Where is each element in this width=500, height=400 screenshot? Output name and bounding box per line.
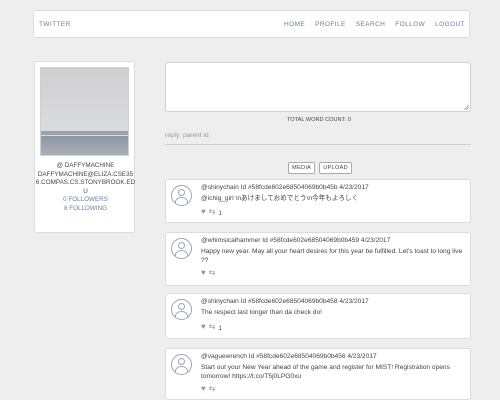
tweet-header: @shinychain Id #58fcde602e68504069b0b45b… bbox=[201, 184, 369, 191]
profile-handle: @ DAFFYMACHINE bbox=[56, 162, 115, 169]
tweet-card: @whimsicalhammer Id #58fcde602e68504069b… bbox=[165, 232, 471, 286]
tweet-textarea[interactable] bbox=[165, 62, 471, 112]
word-count: TOTAL WORD COUNT: 0 bbox=[165, 117, 471, 123]
avatar-icon bbox=[171, 185, 192, 206]
tweet-card: @shinychain Id #58fcde602e68504069b0b45b… bbox=[165, 179, 471, 223]
avatar-icon bbox=[171, 238, 192, 259]
tweet-card: @vaguewrench Id #58fcde602e68504069b0b45… bbox=[165, 348, 471, 400]
tweet-actions: ♥ ⇆ bbox=[201, 268, 218, 277]
profile-email-line-1: DAFFYMACHINE@ELIZA.CSE35 bbox=[37, 170, 134, 178]
followers-label: FOLLOWERS bbox=[68, 196, 108, 204]
following-link[interactable]: 8 FOLLOWING bbox=[35, 205, 136, 214]
retweet-count: 1 bbox=[218, 325, 222, 332]
tweet-header: @vaguewrench Id #58fcde602e68504069b0b45… bbox=[201, 353, 377, 360]
tweet-card: @shinychain Id #58fcde602e68504069b0b458… bbox=[165, 293, 471, 339]
media-button[interactable]: MEDIA bbox=[288, 162, 316, 174]
nav-search[interactable]: SEARCH bbox=[356, 21, 386, 28]
tweet-body: Start out your New Year ahead of the gam… bbox=[201, 364, 450, 380]
tweet-body: @ichig_girl \nあけましておめでとう\n今年もよろしく bbox=[201, 195, 359, 202]
nav-follow[interactable]: FOLLOW bbox=[395, 21, 425, 28]
nav-profile[interactable]: PROFILE bbox=[315, 21, 346, 28]
profile-image bbox=[40, 67, 129, 156]
word-count-label: TOTAL WORD COUNT: bbox=[286, 117, 346, 123]
reply-placeholder: reply: parent id bbox=[165, 132, 209, 139]
composer-buttons: MEDIA UPLOAD bbox=[288, 162, 356, 174]
brand-link[interactable]: TWITTER bbox=[39, 21, 71, 28]
word-count-value: 0 bbox=[347, 117, 352, 123]
retweet-icon[interactable]: ⇆ bbox=[209, 268, 216, 277]
tweet-actions: ♥ ⇆ bbox=[201, 384, 218, 393]
followers-count: 0 bbox=[63, 196, 67, 204]
avatar-icon bbox=[171, 299, 192, 320]
nav-home[interactable]: HOME bbox=[284, 21, 305, 28]
reply-parent-id-input[interactable]: reply: parent id bbox=[165, 127, 471, 145]
tweet-header: @whimsicalhammer Id #58fcde602e68504069b… bbox=[201, 237, 391, 244]
tweet-body: Happy new year. May all your heart desir… bbox=[201, 248, 463, 264]
retweet-count: 1 bbox=[218, 210, 222, 217]
profile-email-line-3: U bbox=[83, 187, 88, 195]
profile-card: @ DAFFYMACHINE DAFFYMACHINE@ELIZA.CSE35 … bbox=[34, 61, 135, 233]
retweet-icon[interactable]: ⇆ bbox=[209, 207, 216, 216]
followers-link[interactable]: 0 FOLLOWERS bbox=[35, 196, 136, 205]
following-count: 8 bbox=[63, 204, 68, 212]
heart-icon[interactable]: ♥ bbox=[201, 268, 206, 277]
tweet-body: The respect last longer than da check do… bbox=[201, 309, 322, 316]
profile-email-line-2: 6.COMPAS.CS.STONYBROOK.ED bbox=[35, 179, 136, 187]
following-label: FOLLOWING bbox=[69, 204, 108, 212]
profile-info: @ DAFFYMACHINE DAFFYMACHINE@ELIZA.CSE35 … bbox=[35, 162, 136, 214]
upload-button[interactable]: UPLOAD bbox=[319, 162, 353, 174]
tweet-actions: ♥ ⇆ 1 bbox=[201, 207, 222, 217]
navbar: TWITTER HOME PROFILE SEARCH FOLLOW LOGOU… bbox=[33, 10, 470, 38]
heart-icon[interactable]: ♥ bbox=[201, 384, 206, 393]
nav-logout[interactable]: LOGOUT bbox=[435, 21, 465, 28]
avatar-icon bbox=[171, 354, 192, 375]
heart-icon[interactable]: ♥ bbox=[201, 322, 206, 331]
heart-icon[interactable]: ♥ bbox=[201, 207, 206, 216]
retweet-icon[interactable]: ⇆ bbox=[209, 322, 216, 331]
tweet-header: @shinychain Id #58fcde602e68504069b0b458… bbox=[201, 298, 369, 305]
tweet-actions: ♥ ⇆ 1 bbox=[201, 322, 222, 332]
nav-links: HOME PROFILE SEARCH FOLLOW LOGOUT bbox=[274, 21, 465, 28]
retweet-icon[interactable]: ⇆ bbox=[209, 384, 216, 393]
resize-grip-icon[interactable] bbox=[464, 105, 469, 110]
